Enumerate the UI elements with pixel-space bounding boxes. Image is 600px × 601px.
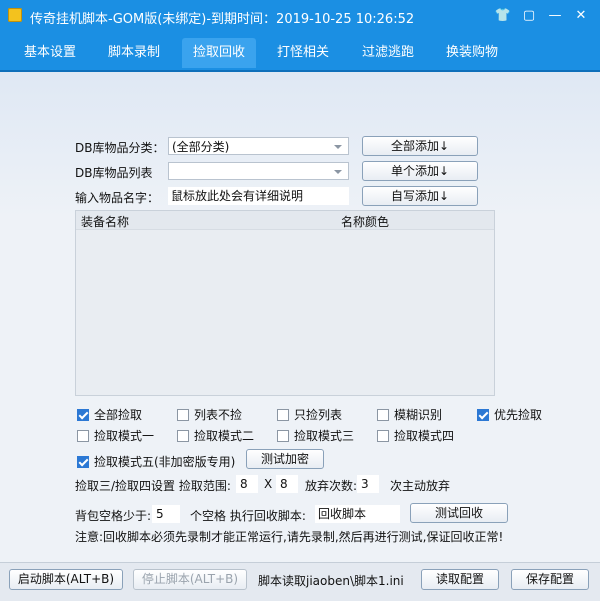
checkbox-label: 捡取模式三 [294, 429, 355, 443]
checkbox-priority-pick[interactable]: 优先捡取 [477, 406, 542, 423]
checkbox-box[interactable] [277, 408, 289, 421]
checkbox-label: 全部捡取 [94, 408, 143, 422]
pickup-item-table[interactable]: 装备名称 名称颜色 [75, 210, 495, 396]
start-script-button[interactable]: 启动脚本(ALT+B) [9, 569, 123, 590]
stop-script-button[interactable]: 停止脚本(ALT+B) [133, 569, 247, 590]
checkbox-box[interactable] [377, 408, 389, 421]
checkbox-list-only[interactable]: 只捡列表 [277, 406, 342, 423]
test-recycle-button[interactable]: 测试回收 [410, 503, 508, 523]
db-category-value: (全部分类) [172, 140, 230, 154]
tab-fight[interactable]: 打怪相关 [267, 38, 339, 68]
tab-bar: 基本设置 脚本录制 捡取回收 打怪相关 过滤逃跑 换装购物 [0, 32, 600, 72]
checkbox-mode-5[interactable]: 捡取模式五(非加密版专用) [77, 453, 235, 470]
checkbox-label: 捡取模式二 [194, 429, 255, 443]
minimize-icon[interactable]: — [544, 6, 566, 26]
checkbox-mode-1[interactable]: 捡取模式一 [77, 427, 154, 444]
checkbox-box[interactable] [177, 408, 189, 421]
db-category-label: DB库物品分类： [75, 141, 165, 155]
restore-icon[interactable]: ▢ [518, 6, 540, 26]
add-custom-button[interactable]: 自写添加↓ [362, 186, 478, 206]
checkbox-box[interactable] [377, 429, 389, 442]
checkbox-fuzzy-match[interactable]: 模糊识别 [377, 406, 442, 423]
checkbox-label: 模糊识别 [394, 408, 443, 422]
tab-script-record[interactable]: 脚本录制 [98, 38, 170, 68]
range-label: 捡取三/捡取四设置 捡取范围: [75, 479, 231, 493]
status-bar: 启动脚本(ALT+B) 停止脚本(ALT+B) 脚本读取jiaoben\脚本1.… [0, 562, 600, 601]
column-header-name-color[interactable]: 名称颜色 [341, 213, 389, 230]
item-name-label: 输入物品名字： [75, 191, 160, 205]
test-encrypt-button[interactable]: 测试加密 [246, 449, 324, 469]
tab-equip-shop[interactable]: 换装购物 [436, 38, 508, 68]
giveup-input[interactable]: 3 [357, 475, 379, 493]
checkbox-mode-2[interactable]: 捡取模式二 [177, 427, 254, 444]
checkbox-box[interactable] [177, 429, 189, 442]
checkbox-mode-4[interactable]: 捡取模式四 [377, 427, 454, 444]
window-title: 传奇挂机脚本-GOM版(未绑定)-到期时间：2019-10-25 10:26:5… [30, 12, 415, 27]
range-x-separator: X [264, 477, 273, 491]
add-all-button[interactable]: 全部添加↓ [362, 136, 478, 156]
exec-recycle-label: 个空格 执行回收脚本: [190, 509, 306, 523]
checkbox-label: 优先捡取 [494, 408, 543, 422]
range-y-input[interactable]: 8 [276, 475, 298, 493]
db-list-select[interactable] [168, 162, 349, 180]
item-name-input[interactable]: 鼠标放此处会有详细说明 [168, 187, 349, 205]
app-icon [8, 8, 22, 22]
recycle-script-input[interactable]: 回收脚本 [315, 505, 400, 523]
column-header-item-name[interactable]: 装备名称 [81, 213, 129, 230]
script-read-path: 脚本读取jiaoben\脚本1.ini [258, 574, 404, 588]
giveup-suffix: 次主动放弃 [390, 479, 451, 493]
checkbox-box[interactable] [77, 455, 89, 468]
range-x-input[interactable]: 8 [236, 475, 258, 493]
title-bar: 传奇挂机脚本-GOM版(未绑定)-到期时间：2019-10-25 10:26:5… [0, 0, 600, 32]
bag-space-label: 背包空格少于: [75, 509, 152, 523]
checkbox-label: 捡取模式五(非加密版专用) [94, 455, 236, 469]
db-list-label: DB库物品列表 [75, 166, 153, 180]
save-config-button[interactable]: 保存配置 [511, 569, 589, 590]
giveup-label: 放弃次数: [305, 479, 358, 493]
pickup-panel: DB库物品分类： (全部分类) 全部添加↓ DB库物品列表 单个添加↓ 输入物品… [0, 72, 600, 562]
checkbox-label: 捡取模式一 [94, 429, 155, 443]
checkbox-box[interactable] [477, 408, 489, 421]
skin-icon[interactable]: 👕 [492, 6, 514, 26]
tab-pickup-recycle[interactable]: 捡取回收 [182, 38, 256, 68]
db-category-select[interactable]: (全部分类) [168, 137, 349, 155]
checkbox-label: 列表不捡 [194, 408, 243, 422]
tab-filter-escape[interactable]: 过滤逃跑 [352, 38, 424, 68]
chevron-down-icon [334, 170, 342, 174]
table-header: 装备名称 名称颜色 [76, 211, 494, 230]
checkbox-box[interactable] [277, 429, 289, 442]
checkbox-list-skip[interactable]: 列表不捡 [177, 406, 242, 423]
checkbox-label: 只捡列表 [294, 408, 343, 422]
tab-basic-settings[interactable]: 基本设置 [14, 38, 86, 68]
load-config-button[interactable]: 读取配置 [421, 569, 499, 590]
bag-space-input[interactable]: 5 [152, 505, 180, 523]
checkbox-pick-all[interactable]: 全部捡取 [77, 406, 142, 423]
add-single-button[interactable]: 单个添加↓ [362, 161, 478, 181]
checkbox-label: 捡取模式四 [394, 429, 455, 443]
checkbox-mode-3[interactable]: 捡取模式三 [277, 427, 354, 444]
chevron-down-icon [334, 145, 342, 149]
checkbox-box[interactable] [77, 429, 89, 442]
recycle-note: 注意:回收脚本必须先录制才能正常运行,请先录制,然后再进行测试,保证回收正常! [75, 530, 504, 544]
close-icon[interactable]: ✕ [570, 6, 592, 26]
checkbox-box[interactable] [77, 408, 89, 421]
